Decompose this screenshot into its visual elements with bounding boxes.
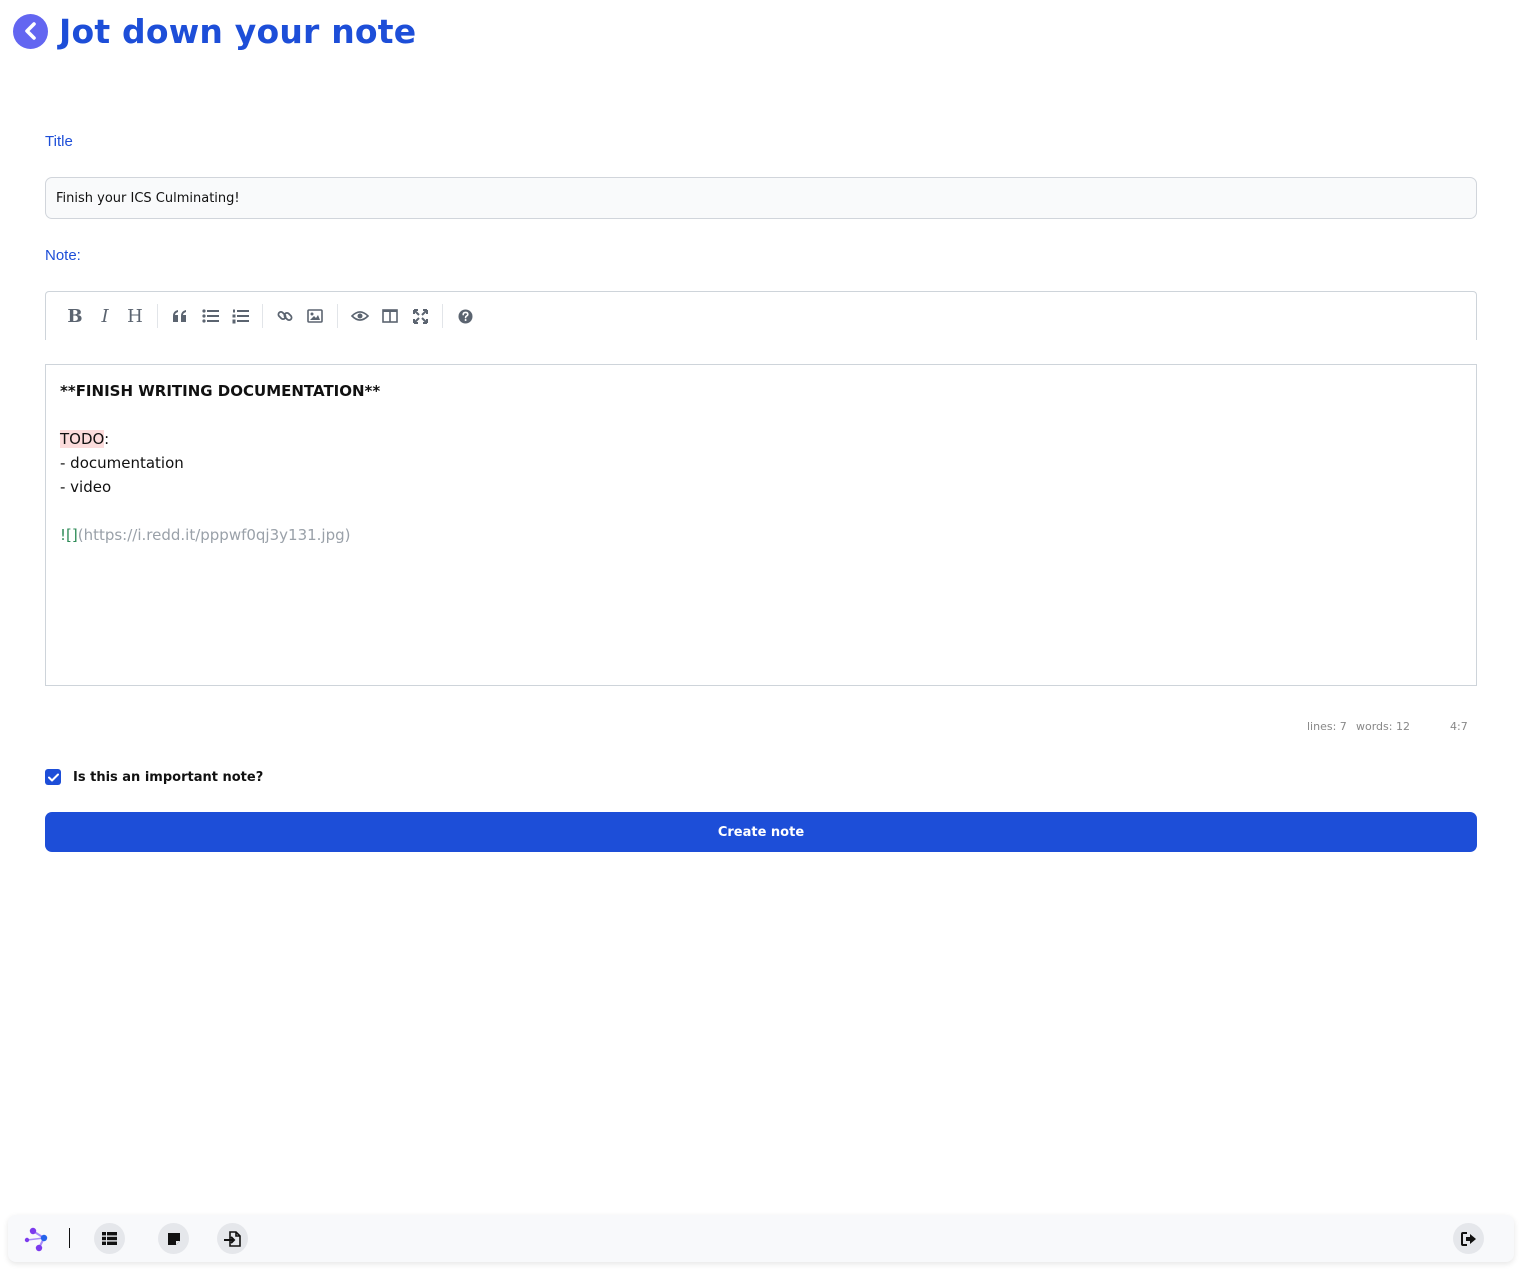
- image-icon: [307, 309, 323, 323]
- important-checkbox-row: Is this an important note?: [45, 769, 263, 785]
- create-note-button[interactable]: Create note: [45, 812, 1477, 852]
- nav-divider: [69, 1228, 70, 1248]
- important-label: Is this an important note?: [73, 769, 264, 785]
- toolbar-separator: [262, 304, 263, 328]
- back-button[interactable]: [13, 13, 48, 49]
- unordered-list-button[interactable]: [195, 301, 225, 331]
- bold-button[interactable]: B: [60, 301, 90, 331]
- note-editor[interactable]: **FINISH WRITING DOCUMENTATION** TODO: -…: [45, 364, 1477, 686]
- image-url: (https://i.redd.it/pppwf0qj3y131.jpg): [77, 526, 351, 544]
- page-title: Jot down your note: [59, 11, 417, 51]
- chevron-left-icon: [24, 22, 36, 40]
- toolbar-separator: [337, 304, 338, 328]
- heading-icon: H: [127, 305, 143, 327]
- link-icon: [277, 311, 293, 321]
- nav-notes-list[interactable]: [94, 1223, 125, 1254]
- quote-button[interactable]: [165, 301, 195, 331]
- status-words: words: 12: [1356, 720, 1410, 733]
- fullscreen-button[interactable]: [405, 301, 435, 331]
- title-label: Title: [45, 133, 73, 150]
- sticky-note-icon: [167, 1232, 180, 1245]
- italic-icon: I: [101, 305, 109, 327]
- italic-button[interactable]: I: [90, 301, 120, 331]
- guide-button[interactable]: [450, 301, 480, 331]
- logo-icon[interactable]: [24, 1223, 56, 1255]
- editor-line: ![](https://i.redd.it/pppwf0qj3y131.jpg): [60, 523, 1462, 547]
- ordered-list-button[interactable]: [225, 301, 255, 331]
- image-button[interactable]: [300, 301, 330, 331]
- question-circle-icon: [458, 309, 472, 323]
- nav-import[interactable]: [217, 1223, 248, 1254]
- page-header: Jot down your note: [13, 11, 417, 51]
- list-icon: [102, 1232, 117, 1245]
- ordered-list-icon: [232, 309, 249, 323]
- heading-button[interactable]: H: [120, 301, 150, 331]
- status-lines: lines: 7: [1307, 720, 1347, 733]
- note-label: Note:: [45, 247, 81, 264]
- status-cursor: 4:7: [1450, 720, 1468, 733]
- important-checkbox[interactable]: [45, 769, 61, 785]
- editor-line: - video: [60, 478, 112, 496]
- toolbar-separator: [442, 304, 443, 328]
- eye-icon: [351, 311, 369, 321]
- side-by-side-button[interactable]: [375, 301, 405, 331]
- checkmark-icon: [47, 773, 59, 781]
- sign-out-icon: [1460, 1231, 1476, 1246]
- editor-toolbar: B I H: [45, 291, 1477, 340]
- nav-new-note[interactable]: [158, 1223, 189, 1254]
- columns-icon: [382, 309, 398, 323]
- toolbar-separator: [157, 304, 158, 328]
- todo-highlight: TODO: [60, 430, 105, 448]
- nav-logout[interactable]: [1453, 1223, 1484, 1254]
- title-input[interactable]: [45, 177, 1477, 219]
- link-button[interactable]: [270, 301, 300, 331]
- image-markup: ![]: [60, 526, 78, 544]
- preview-button[interactable]: [345, 301, 375, 331]
- bold-icon: B: [67, 305, 83, 327]
- editor-line: TODO:: [60, 427, 1462, 451]
- quote-icon: [173, 310, 186, 322]
- file-import-icon: [223, 1230, 241, 1247]
- editor-line: - documentation: [60, 454, 184, 472]
- editor-line: **FINISH WRITING DOCUMENTATION**: [60, 382, 381, 400]
- editor-text: :: [104, 430, 110, 448]
- unordered-list-icon: [201, 309, 219, 323]
- expand-icon: [412, 308, 428, 324]
- bottom-nav: [8, 1215, 1514, 1262]
